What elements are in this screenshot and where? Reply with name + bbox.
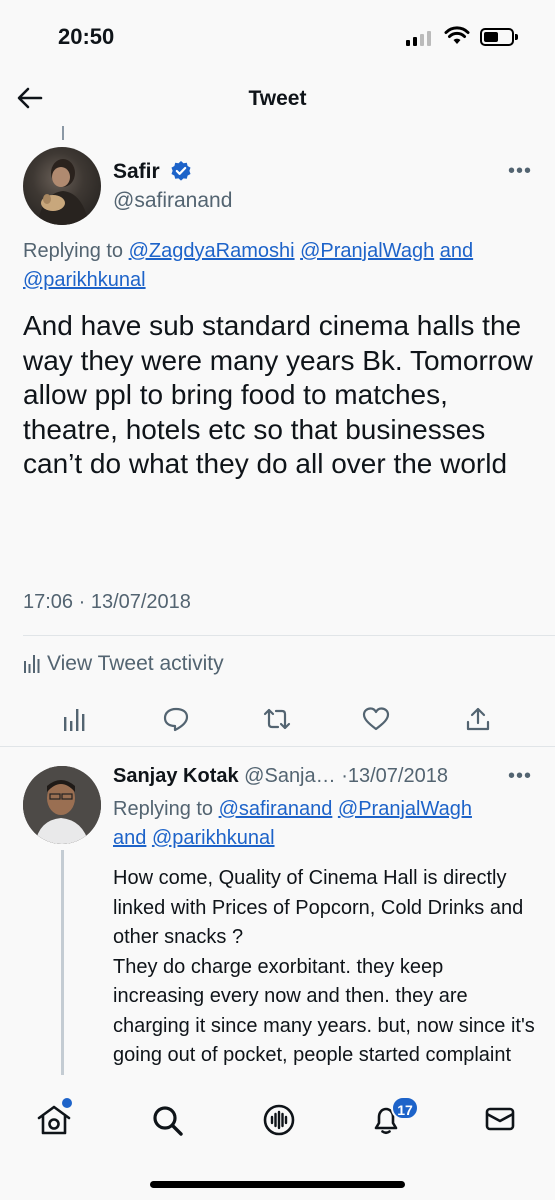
mention-link[interactable]: @parikhkunal	[152, 827, 275, 849]
tweet-date: 13/07/2018	[347, 765, 448, 787]
mention-link[interactable]: @PranjalWagh	[338, 798, 472, 820]
spaces-icon[interactable]	[262, 1104, 296, 1136]
replying-prefix: Replying to	[113, 798, 214, 820]
avatar-photo-icon	[23, 766, 101, 844]
home-unread-dot	[62, 1098, 72, 1108]
tweet-text: How come, Quality of Cinema Hall is dire…	[113, 867, 535, 1066]
notification-count-badge: 17	[391, 1096, 419, 1120]
more-options-icon[interactable]: •••	[508, 160, 532, 183]
home-indicator	[150, 1181, 405, 1188]
thread-connector	[62, 126, 64, 140]
cellular-signal-icon	[406, 30, 432, 46]
wifi-icon	[444, 26, 470, 44]
mention-link[interactable]: @ZagdyaRamoshi	[129, 240, 295, 262]
divider	[23, 635, 555, 636]
activity-label: View Tweet activity	[47, 652, 224, 675]
battery-icon	[480, 28, 518, 46]
avatar-photo-icon	[37, 159, 89, 225]
reply-header: Sanjay Kotak @Sanja… ·13/07/2018	[113, 765, 448, 788]
mention-link[interactable]: @PranjalWagh	[300, 240, 434, 262]
author-handle[interactable]: @Sanja…	[244, 765, 335, 787]
avatar[interactable]	[23, 766, 101, 844]
share-icon[interactable]	[465, 706, 491, 732]
status-time: 20:50	[58, 24, 115, 49]
like-icon[interactable]	[362, 706, 390, 732]
separator: ·	[341, 765, 348, 787]
mention-link[interactable]: @safiranand	[219, 798, 333, 820]
mention-and[interactable]: and	[440, 240, 473, 262]
page-title: Tweet	[248, 87, 307, 110]
divider	[0, 746, 555, 747]
view-tweet-activity-link[interactable]: View Tweet activity	[23, 652, 224, 676]
verified-badge-icon	[171, 161, 191, 181]
retweet-icon[interactable]	[262, 706, 292, 732]
avatar[interactable]	[23, 147, 101, 225]
mention-and[interactable]: and	[113, 827, 146, 849]
thread-line	[61, 850, 64, 1075]
replying-prefix: Replying to	[23, 240, 124, 262]
tweet-timestamp: 17:06 · 13/07/2018	[23, 591, 191, 613]
more-options-icon[interactable]: •••	[508, 765, 532, 788]
search-icon[interactable]	[151, 1104, 185, 1136]
analytics-icon	[24, 655, 40, 673]
author-name[interactable]: Sanjay Kotak	[113, 765, 239, 787]
tweet-text: And have sub standard cinema halls the w…	[23, 310, 533, 479]
messages-icon[interactable]	[484, 1104, 516, 1134]
home-icon[interactable]	[36, 1104, 72, 1136]
analytics-icon[interactable]	[62, 706, 88, 732]
author-name[interactable]: Safir	[113, 160, 160, 184]
replying-to: Replying to @ZagdyaRamoshi @PranjalWagh …	[23, 237, 533, 295]
replying-to: Replying to @safiranand @PranjalWagh and…	[113, 795, 533, 853]
mention-link[interactable]: @parikhkunal	[23, 269, 146, 291]
reply-icon[interactable]	[162, 706, 190, 732]
author-handle[interactable]: @safiranand	[113, 189, 232, 213]
